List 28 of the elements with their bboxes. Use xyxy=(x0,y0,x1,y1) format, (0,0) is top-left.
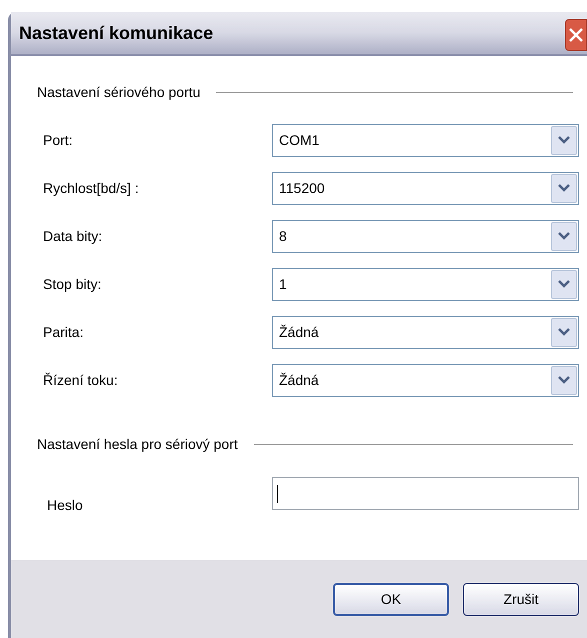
text-cursor xyxy=(277,484,278,502)
dropdown[interactable]: COM1 xyxy=(272,124,579,156)
dropdown[interactable]: 1 xyxy=(272,268,579,300)
close-icon xyxy=(568,27,584,43)
close-button[interactable] xyxy=(565,19,587,51)
field-label: Stop bity: xyxy=(42,274,102,294)
dialog-button[interactable]: Zrušit xyxy=(463,582,579,616)
window-title: Nastavení komunikace xyxy=(19,22,214,44)
dropdown-value: 1 xyxy=(278,274,288,294)
dialog-button[interactable]: OK xyxy=(333,582,449,616)
dropdown-value: 8 xyxy=(278,226,288,246)
field-label: Řízení toku: xyxy=(42,370,119,390)
section-heading: Nastavení hesla pro sériový port xyxy=(37,434,239,454)
field-label: Port: xyxy=(42,130,74,150)
dropdown-value: Žádná xyxy=(278,370,320,390)
field-label: Data bity: xyxy=(42,226,104,246)
section-heading: Nastavení sériového portu xyxy=(37,82,202,102)
dropdown[interactable]: 8 xyxy=(272,220,579,252)
dropdown[interactable]: 115200 xyxy=(272,172,579,204)
dropdown-value: 115200 xyxy=(278,178,326,198)
field-label: Rychlost[bd/s] : xyxy=(42,178,140,198)
dropdown-value: COM1 xyxy=(278,130,320,150)
dropdown[interactable]: Žádná xyxy=(272,316,579,348)
dropdown-value: Žádná xyxy=(278,322,320,342)
password-field[interactable] xyxy=(272,477,579,510)
field-label: Parita: xyxy=(42,322,84,342)
field-label: Heslo xyxy=(46,496,84,515)
dropdown[interactable]: Žádná xyxy=(272,364,579,396)
